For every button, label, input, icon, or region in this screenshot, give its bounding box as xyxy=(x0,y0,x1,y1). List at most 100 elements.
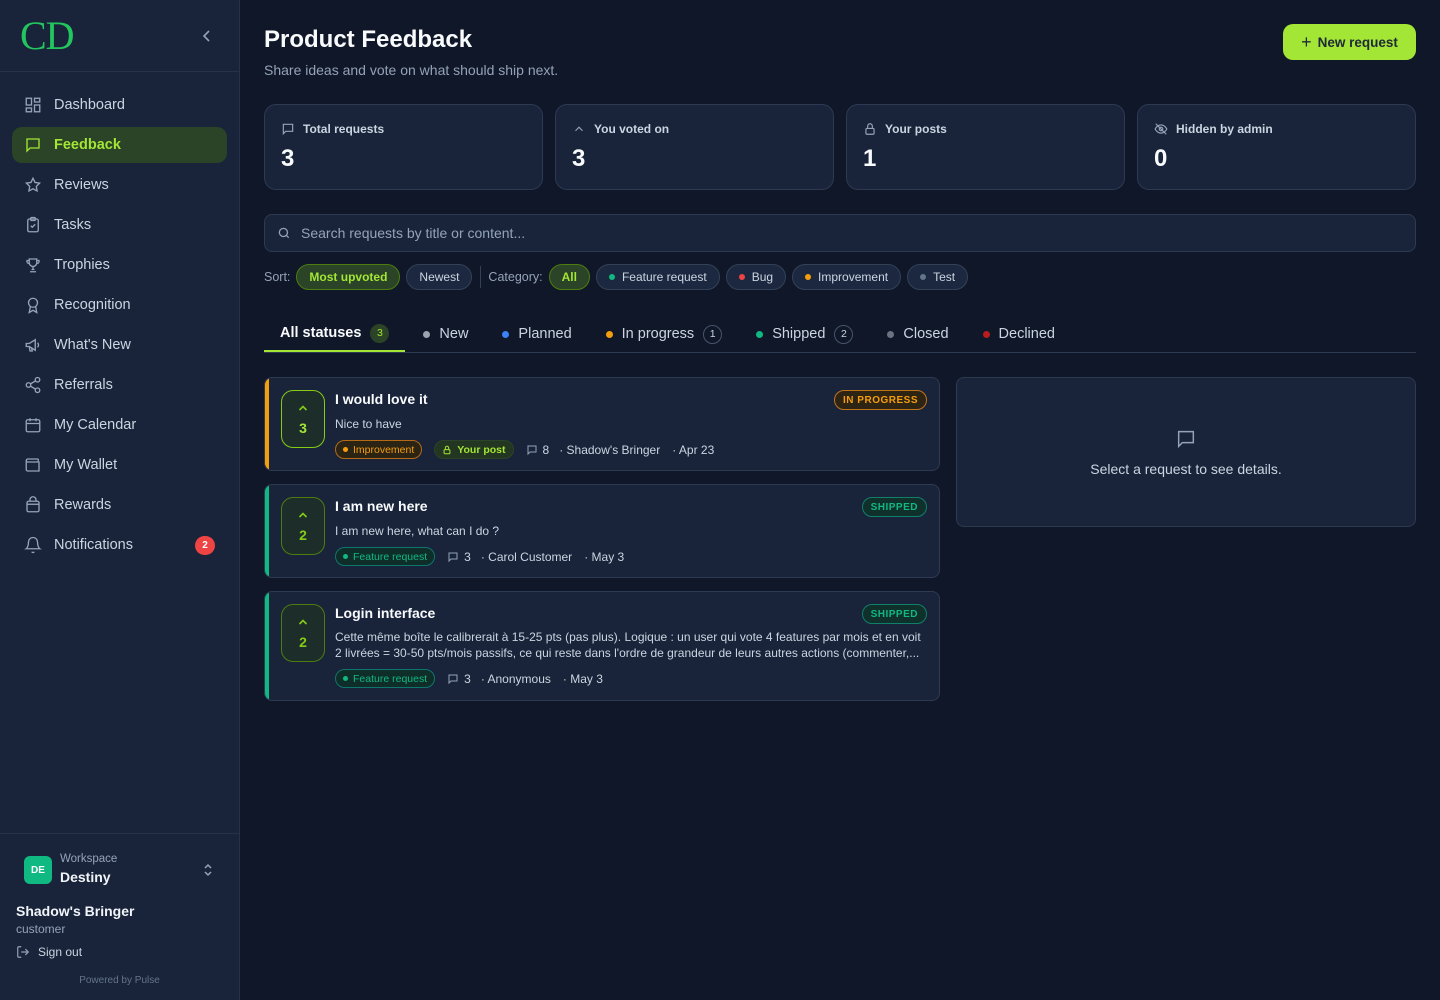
sidebar-item-dashboard[interactable]: Dashboard xyxy=(12,87,227,123)
tab-label: Closed xyxy=(903,326,949,342)
sidebar-item-label: Recognition xyxy=(54,297,131,313)
chip-label: Test xyxy=(933,270,956,284)
award-icon xyxy=(27,297,39,314)
tab-declined[interactable]: Declined xyxy=(967,316,1071,352)
sign-out-label: Sign out xyxy=(38,945,83,959)
request-card[interactable]: 2 Login interface Cette même boîte le ca… xyxy=(264,591,940,701)
comment-icon xyxy=(448,674,458,684)
status-accent-bar xyxy=(265,378,269,470)
sort-label: Sort: xyxy=(264,270,291,284)
chevron-up-icon xyxy=(298,619,308,625)
chevron-up-icon xyxy=(575,126,583,132)
tab-shipped[interactable]: Shipped 2 xyxy=(740,316,869,352)
request-detail-panel: Select a request to see details. xyxy=(956,377,1416,527)
clipboard-icon xyxy=(27,216,39,233)
chip-label: Feature request xyxy=(621,270,707,284)
megaphone-icon xyxy=(25,338,40,352)
sidebar-item-rewards[interactable]: Rewards xyxy=(12,487,227,523)
detail-empty-text: Select a request to see details. xyxy=(1090,461,1282,477)
sidebar-item-label: What's New xyxy=(54,337,131,353)
sidebar-nav: Dashboard Feedback Reviews Tasks Trophie… xyxy=(12,87,227,567)
request-card[interactable]: 3 I would love it Nice to have IN PROGRE… xyxy=(264,377,940,471)
tab-planned[interactable]: Planned xyxy=(486,316,587,352)
page-title: Product Feedback xyxy=(264,26,473,53)
workspace-switcher[interactable]: DE Workspace Destiny xyxy=(24,853,216,886)
category-tag: Improvement xyxy=(335,440,423,459)
comment-count-value: 3 xyxy=(464,549,471,564)
sidebar-item-feedback[interactable]: Feedback xyxy=(12,127,227,163)
sidebar-item-label: Referrals xyxy=(54,377,113,393)
category-dot xyxy=(920,274,927,280)
user-role: customer xyxy=(16,922,66,936)
chip-label: Bug xyxy=(751,270,774,284)
collapse-sidebar-icon[interactable] xyxy=(199,28,215,44)
search-input[interactable] xyxy=(301,225,1401,241)
status-tabs: All statuses 3 New Planned In progress 1… xyxy=(264,316,1416,353)
star-icon xyxy=(24,176,42,193)
sidebar-item-my-wallet[interactable]: My Wallet xyxy=(12,447,227,483)
sidebar-item-label: Reviews xyxy=(54,177,109,193)
category-bug[interactable]: Bug xyxy=(725,264,787,290)
comment-count-value: 3 xyxy=(464,671,471,686)
plus-icon: + xyxy=(1301,31,1312,52)
sidebar-item-label: My Wallet xyxy=(54,457,118,473)
stat-card-posts: Your posts 1 xyxy=(846,104,1125,190)
category-test[interactable]: Test xyxy=(907,264,969,290)
chip-label: Improvement xyxy=(818,270,889,284)
request-list: 3 I would love it Nice to have IN PROGRE… xyxy=(264,377,940,714)
category-all[interactable]: All xyxy=(548,264,590,290)
category-feature-request[interactable]: Feature request xyxy=(595,264,720,290)
category-dot xyxy=(805,274,812,280)
sort-most-upvoted[interactable]: Most upvoted xyxy=(296,264,401,290)
tab-in-progress[interactable]: In progress 1 xyxy=(590,316,739,352)
tab-closed[interactable]: Closed xyxy=(871,316,964,352)
request-card[interactable]: 2 I am new here I am new here, what can … xyxy=(264,484,940,578)
sidebar-item-notifications[interactable]: Notifications 2 xyxy=(12,527,227,563)
sidebar-item-recognition[interactable]: Recognition xyxy=(12,287,227,323)
brand-logo[interactable]: CD xyxy=(20,14,75,58)
upvote-button[interactable]: 3 xyxy=(281,390,325,448)
vote-count: 3 xyxy=(299,420,307,436)
upvote-button[interactable]: 2 xyxy=(281,604,325,662)
sort-newest[interactable]: Newest xyxy=(406,264,473,290)
chevron-up-icon xyxy=(298,512,308,518)
gift-icon xyxy=(26,496,40,513)
request-meta: Improvement Your post 8 · Shadow's Bring… xyxy=(335,440,726,459)
sidebar-item-label: Notifications xyxy=(54,537,133,553)
upvote-button[interactable]: 2 xyxy=(281,497,325,555)
sidebar-item-referrals[interactable]: Referrals xyxy=(12,367,227,403)
category-tag-label: Feature request xyxy=(353,672,428,685)
sidebar-item-whats-new[interactable]: What's New xyxy=(12,327,227,363)
category-dot xyxy=(343,676,348,681)
stat-label: Total requests xyxy=(281,122,384,136)
sidebar-item-tasks[interactable]: Tasks xyxy=(12,207,227,243)
request-title: I am new here xyxy=(335,498,428,514)
sidebar-item-my-calendar[interactable]: My Calendar xyxy=(12,407,227,443)
status-badge: SHIPPED xyxy=(861,604,927,624)
category-tag: Feature request xyxy=(335,669,436,688)
sidebar-divider xyxy=(0,71,239,72)
tab-label: Shipped xyxy=(772,326,826,342)
sign-out-button[interactable]: Sign out xyxy=(16,945,82,959)
status-accent-bar xyxy=(265,485,269,577)
category-dot xyxy=(608,274,615,280)
tab-all-statuses[interactable]: All statuses 3 xyxy=(264,316,406,352)
category-improvement[interactable]: Improvement xyxy=(792,264,902,290)
sidebar-item-label: Rewards xyxy=(54,497,112,513)
tab-new[interactable]: New xyxy=(407,316,484,352)
request-author: · Shadow's Bringer xyxy=(559,442,661,457)
sidebar-item-reviews[interactable]: Reviews xyxy=(12,167,227,203)
filter-divider xyxy=(480,266,482,288)
workspace-avatar: DE xyxy=(24,856,52,884)
request-date: · May 3 xyxy=(562,671,603,686)
new-request-button[interactable]: + New request xyxy=(1283,24,1416,60)
sidebar-item-trophies[interactable]: Trophies xyxy=(12,247,227,283)
chevron-up-icon xyxy=(298,405,308,411)
tab-label: New xyxy=(439,326,469,342)
chevron-up-down-icon[interactable] xyxy=(201,863,215,877)
request-meta: Feature request 3 · Anonymous · May 3 xyxy=(335,669,615,688)
request-title: Login interface xyxy=(335,605,436,621)
status-dot xyxy=(756,330,764,338)
status-accent-bar xyxy=(265,592,269,700)
logout-icon xyxy=(17,946,30,958)
